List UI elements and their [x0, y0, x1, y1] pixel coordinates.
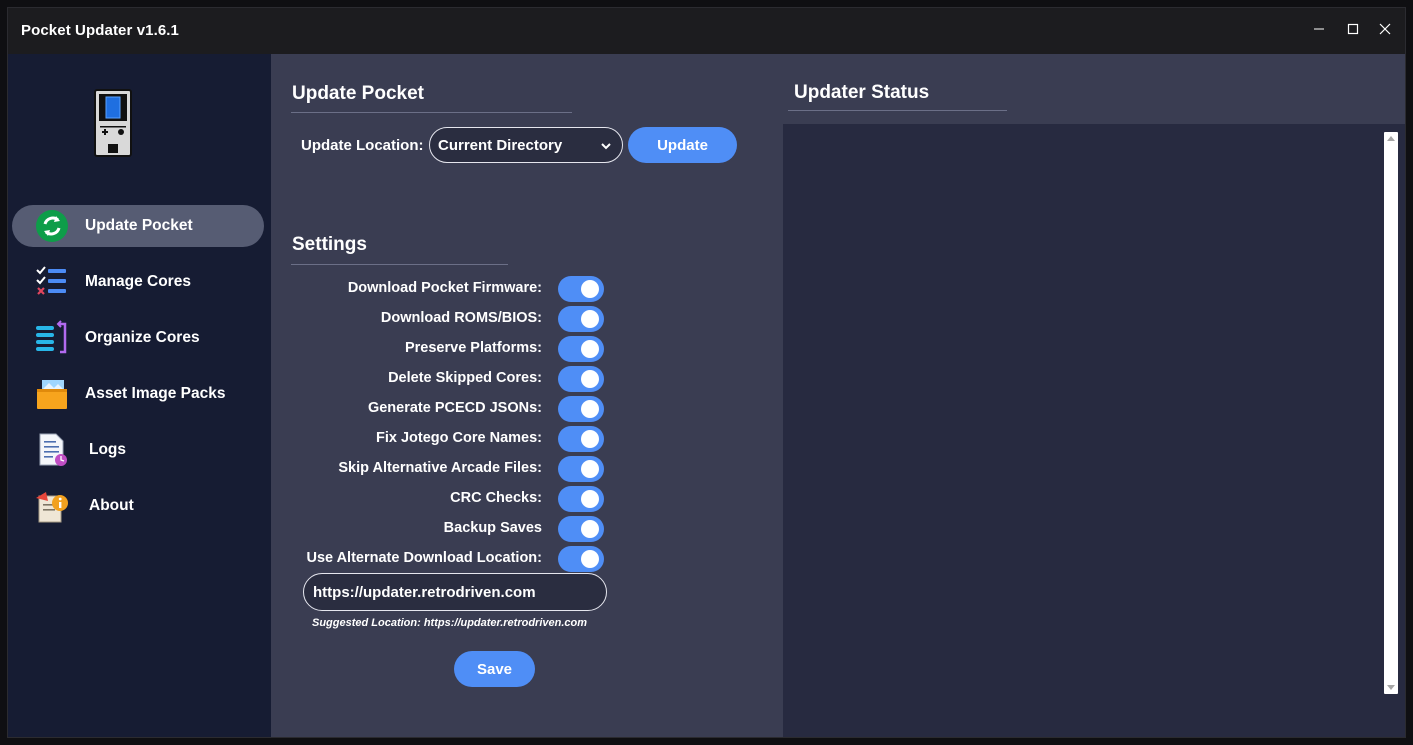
save-button[interactable]: Save — [454, 651, 535, 687]
settings-title: Settings — [292, 234, 367, 255]
toggle-knob — [581, 400, 599, 418]
main-content: Update Pocket Update Location: Current D… — [271, 54, 1405, 737]
close-icon — [1379, 23, 1391, 35]
setting-use-alternate-download-location: Use Alternate Download Location: — [271, 544, 611, 574]
settings-list: Download Pocket Firmware: Download ROMS/… — [271, 274, 631, 574]
suggested-location-text: Suggested Location: https://updater.retr… — [312, 617, 588, 629]
update-location-select[interactable]: Current Directory — [429, 127, 623, 163]
image-box-icon — [37, 380, 67, 409]
update-location-value: Current Directory — [438, 136, 563, 154]
maximize-button[interactable] — [1338, 16, 1368, 42]
setting-label: Use Alternate Download Location: — [306, 550, 542, 566]
setting-toggle[interactable] — [558, 366, 604, 392]
setting-toggle[interactable] — [558, 486, 604, 512]
updater-status-log[interactable] — [783, 124, 1405, 737]
setting-label: Skip Alternative Arcade Files: — [338, 460, 542, 476]
toggle-knob — [581, 490, 599, 508]
divider — [291, 264, 508, 265]
setting-label: CRC Checks: — [450, 490, 542, 506]
chevron-down-icon — [601, 143, 611, 150]
setting-backup-saves: Backup Saves — [271, 514, 611, 544]
sidebar-item-label: Logs — [89, 441, 127, 458]
toggle-knob — [581, 430, 599, 448]
toggle-knob — [581, 370, 599, 388]
sidebar-item-label: About — [89, 497, 134, 514]
scroll-down-icon[interactable] — [1387, 685, 1395, 691]
setting-delete-skipped-cores: Delete Skipped Cores: — [271, 364, 611, 394]
info-icon — [36, 492, 68, 523]
setting-label: Fix Jotego Core Names: — [376, 430, 542, 446]
setting-toggle[interactable] — [558, 396, 604, 422]
setting-fix-jotego-core-names: Fix Jotego Core Names: — [271, 424, 611, 454]
update-button[interactable]: Update — [628, 127, 737, 163]
setting-toggle[interactable] — [558, 516, 604, 542]
refresh-icon — [36, 210, 68, 242]
sidebar-item-label: Asset Image Packs — [85, 385, 226, 402]
divider — [291, 112, 572, 113]
alternate-url-value: https://updater.retrodriven.com — [313, 583, 536, 601]
log-document-icon — [39, 433, 67, 466]
window-title: Pocket Updater v1.6.1 — [21, 22, 180, 39]
minimize-button[interactable] — [1304, 16, 1334, 42]
setting-toggle[interactable] — [558, 276, 604, 302]
setting-toggle[interactable] — [558, 456, 604, 482]
setting-download-roms-bios: Download ROMS/BIOS: — [271, 304, 611, 334]
setting-label: Generate PCECD JSONs: — [367, 400, 542, 416]
setting-label: Download ROMS/BIOS: — [380, 310, 542, 326]
sidebar-item-update-pocket[interactable]: Update Pocket — [12, 205, 264, 247]
toggle-knob — [581, 520, 599, 538]
setting-generate-pcecd-jsons: Generate PCECD JSONs: — [271, 394, 611, 424]
app-window: Pocket Updater v1.6.1 Update Pocket Mana… — [7, 7, 1406, 738]
maximize-icon — [1347, 23, 1359, 35]
vertical-scrollbar[interactable] — [1384, 132, 1398, 694]
minimize-icon — [1314, 28, 1324, 30]
setting-skip-alternative-arcade-files: Skip Alternative Arcade Files: — [271, 454, 611, 484]
sidebar-item-logs[interactable]: Logs — [12, 429, 264, 471]
toggle-knob — [581, 460, 599, 478]
toggle-knob — [581, 310, 599, 328]
setting-toggle[interactable] — [558, 546, 604, 572]
setting-crc-checks: CRC Checks: — [271, 484, 611, 514]
checklist-icon — [36, 266, 66, 295]
toggle-knob — [581, 280, 599, 298]
toggle-knob — [581, 340, 599, 358]
setting-toggle[interactable] — [558, 306, 604, 332]
update-location-label: Update Location: — [301, 137, 424, 154]
setting-download-pocket-firmware: Download Pocket Firmware: — [271, 274, 611, 304]
setting-preserve-platforms: Preserve Platforms: — [271, 334, 611, 364]
status-title: Updater Status — [794, 82, 930, 103]
setting-label: Backup Saves — [443, 520, 542, 536]
pocket-handheld-icon — [94, 89, 132, 157]
alternate-url-input[interactable]: https://updater.retrodriven.com — [303, 573, 607, 611]
title-bar[interactable]: Pocket Updater v1.6.1 — [8, 8, 1405, 54]
sidebar-item-asset-image-packs[interactable]: Asset Image Packs — [12, 373, 264, 415]
setting-toggle[interactable] — [558, 426, 604, 452]
update-section-title: Update Pocket — [292, 83, 424, 104]
sidebar-item-organize-cores[interactable]: Organize Cores — [12, 317, 264, 359]
close-button[interactable] — [1370, 16, 1400, 42]
sidebar-item-label: Organize Cores — [85, 329, 200, 346]
setting-toggle[interactable] — [558, 336, 604, 362]
setting-label: Delete Skipped Cores: — [388, 370, 542, 386]
divider — [788, 110, 1007, 111]
toggle-knob — [581, 550, 599, 568]
sidebar-item-manage-cores[interactable]: Manage Cores — [12, 261, 264, 303]
sidebar-item-about[interactable]: About — [12, 485, 264, 527]
sidebar-item-label: Update Pocket — [85, 217, 193, 234]
sort-list-icon — [36, 320, 67, 354]
setting-label: Preserve Platforms: — [404, 340, 542, 356]
setting-label: Download Pocket Firmware: — [347, 280, 542, 296]
sidebar-item-label: Manage Cores — [85, 273, 191, 290]
sidebar: Update Pocket Manage Cores Organize Core… — [8, 54, 271, 737]
scroll-up-icon[interactable] — [1387, 135, 1395, 141]
